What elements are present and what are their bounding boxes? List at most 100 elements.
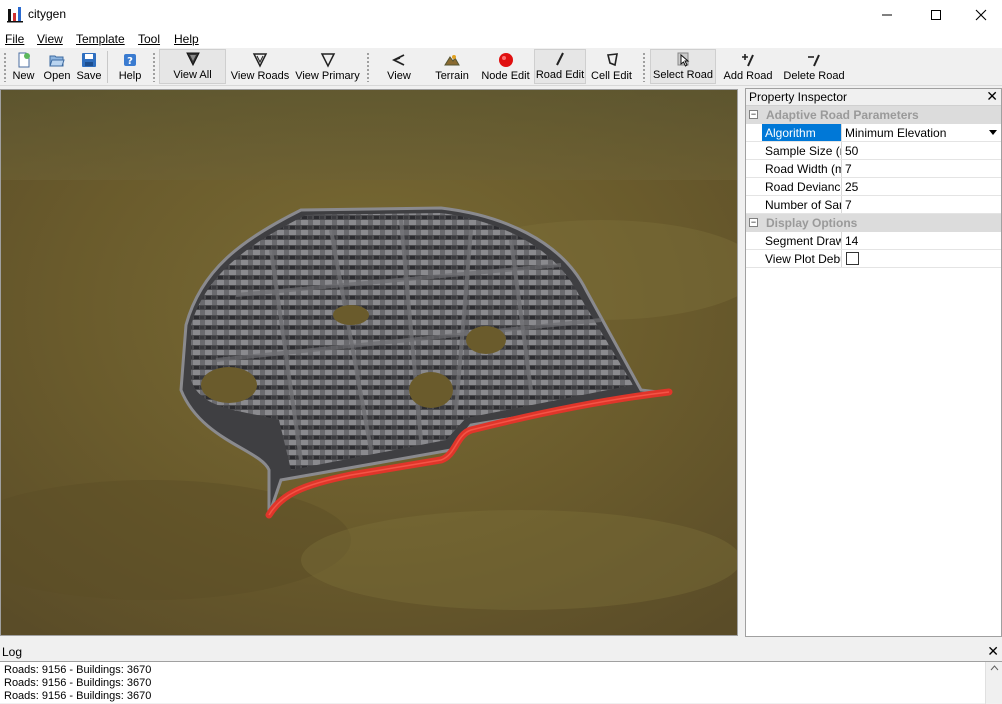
title-bar: citygen [0, 0, 1002, 30]
log-line: Roads: 9156 - Buildings: 3670 [4, 690, 152, 702]
node-edit-icon [497, 51, 515, 69]
prop-row-segment-draw-size[interactable]: Segment Draw Size 14 [746, 232, 1001, 250]
prop-row-sample-size[interactable]: Sample Size (m) 50 [746, 142, 1001, 160]
help-button[interactable]: ? Help [115, 49, 145, 84]
menu-template[interactable]: Template [76, 32, 125, 46]
view-primary-button[interactable]: View Primary [294, 49, 361, 84]
prop-name: Sample Size (m) [762, 142, 842, 159]
close-icon [975, 9, 987, 21]
city-scene [1, 90, 737, 635]
view-primary-label: View Primary [295, 70, 360, 82]
new-button[interactable]: New [9, 49, 38, 84]
segment-draw-size-field[interactable]: 14 [842, 232, 1001, 249]
sample-size-field[interactable]: 50 [842, 142, 1001, 159]
save-disk-icon [80, 51, 98, 69]
3d-viewport[interactable] [0, 89, 738, 636]
view-all-button[interactable]: View All [159, 49, 226, 84]
node-edit-label: Node Edit [481, 70, 530, 82]
maximize-button[interactable] [913, 0, 959, 30]
add-road-label: Add Road [723, 70, 773, 82]
menu-tool[interactable]: Tool [138, 32, 160, 46]
minimize-icon [882, 14, 892, 16]
app-icon [7, 7, 23, 23]
view-roads-label: View Roads [230, 70, 290, 82]
log-close-icon[interactable]: ✕ [987, 643, 999, 660]
log-title-bar: Log ✕ [0, 643, 1002, 661]
view-tool-label: View [387, 70, 411, 82]
road-edit-icon [551, 50, 569, 68]
prop-row-road-width[interactable]: Road Width (m) 7 [746, 160, 1001, 178]
collapse-icon[interactable]: − [749, 110, 758, 119]
inspector-close-icon[interactable]: ✕ [986, 89, 998, 104]
view-roads-button[interactable]: View Roads [229, 49, 291, 84]
delete-road-button[interactable]: Delete Road [781, 49, 847, 84]
view-roads-icon [251, 51, 269, 69]
select-road-icon [674, 50, 692, 68]
prop-name: Number of Samples [762, 196, 842, 213]
view-all-icon [184, 50, 202, 68]
prop-row-road-deviance[interactable]: Road Deviance 25 [746, 178, 1001, 196]
prop-row-number-of-samples[interactable]: Number of Samples 7 [746, 196, 1001, 214]
delete-road-label: Delete Road [783, 70, 845, 82]
prop-name: Road Width (m) [762, 160, 842, 177]
open-folder-icon [48, 51, 66, 69]
terrain-label: Terrain [435, 70, 469, 82]
road-deviance-field[interactable]: 25 [842, 178, 1001, 195]
toolbar: New Open Save ? Help View All View Roads [0, 48, 1002, 86]
road-edit-button[interactable]: Road Edit [534, 49, 586, 84]
property-inspector: Property Inspector ✕ − Adaptive Road Par… [745, 88, 1002, 637]
inspector-title: Property Inspector [749, 90, 848, 104]
open-button[interactable]: Open [41, 49, 73, 84]
close-window-button[interactable] [958, 0, 1002, 30]
menu-bar: File View Template Tool Help [0, 30, 1002, 48]
menu-view[interactable]: View [37, 32, 63, 46]
toolbar-grip[interactable] [366, 52, 370, 82]
terrain-button[interactable]: Terrain [432, 49, 472, 84]
view-tool-button[interactable]: View [383, 49, 415, 84]
prop-name: Segment Draw Size [762, 232, 842, 249]
view-all-label: View All [173, 69, 212, 81]
view-primary-icon [319, 51, 337, 69]
collapse-icon[interactable]: − [749, 218, 758, 227]
cell-edit-label: Cell Edit [591, 70, 632, 82]
help-label: Help [118, 70, 142, 82]
road-width-field[interactable]: 7 [842, 160, 1001, 177]
add-road-button[interactable]: Add Road [721, 49, 775, 84]
log-scrollbar[interactable] [985, 662, 1002, 704]
toolbar-grip[interactable] [642, 52, 646, 82]
open-label: Open [43, 70, 71, 82]
log-line: Roads: 9156 - Buildings: 3670 [4, 677, 152, 689]
node-edit-button[interactable]: Node Edit [480, 49, 531, 84]
select-road-label: Select Road [653, 69, 713, 81]
svg-text:?: ? [127, 56, 133, 67]
save-button[interactable]: Save [75, 49, 103, 84]
view-plot-debug-checkbox[interactable] [846, 252, 859, 265]
group-label: Adaptive Road Parameters [766, 108, 919, 122]
menu-file[interactable]: File [5, 32, 24, 46]
algorithm-select[interactable]: Minimum Elevation [842, 124, 1001, 141]
group-label: Display Options [766, 216, 858, 230]
prop-row-view-plot-debug[interactable]: View Plot Debug [746, 250, 1001, 268]
view-cursor-icon [390, 51, 408, 69]
select-road-button[interactable]: Select Road [650, 49, 716, 84]
group-display-options[interactable]: − Display Options [746, 214, 1001, 232]
toolbar-grip[interactable] [152, 52, 156, 82]
cell-edit-icon [603, 51, 621, 69]
number-of-samples-field[interactable]: 7 [842, 196, 1001, 213]
log-panel[interactable]: Roads: 9156 - Buildings: 3670 Roads: 915… [0, 661, 1002, 704]
toolbar-separator [107, 51, 108, 83]
group-adaptive-road-parameters[interactable]: − Adaptive Road Parameters [746, 106, 1001, 124]
toolbar-grip[interactable] [3, 52, 7, 82]
prop-row-algorithm[interactable]: Algorithm Minimum Elevation [746, 124, 1001, 142]
chevron-down-icon[interactable] [987, 126, 999, 139]
menu-help[interactable]: Help [174, 32, 199, 46]
delete-road-icon [805, 51, 823, 69]
prop-name: View Plot Debug [762, 250, 842, 267]
scroll-up-icon[interactable] [986, 663, 1002, 673]
add-road-icon [739, 51, 757, 69]
cell-edit-button[interactable]: Cell Edit [589, 49, 634, 84]
new-file-icon [15, 51, 33, 69]
log-title: Log [2, 645, 23, 659]
prop-name: Road Deviance [762, 178, 842, 195]
minimize-button[interactable] [864, 0, 910, 30]
